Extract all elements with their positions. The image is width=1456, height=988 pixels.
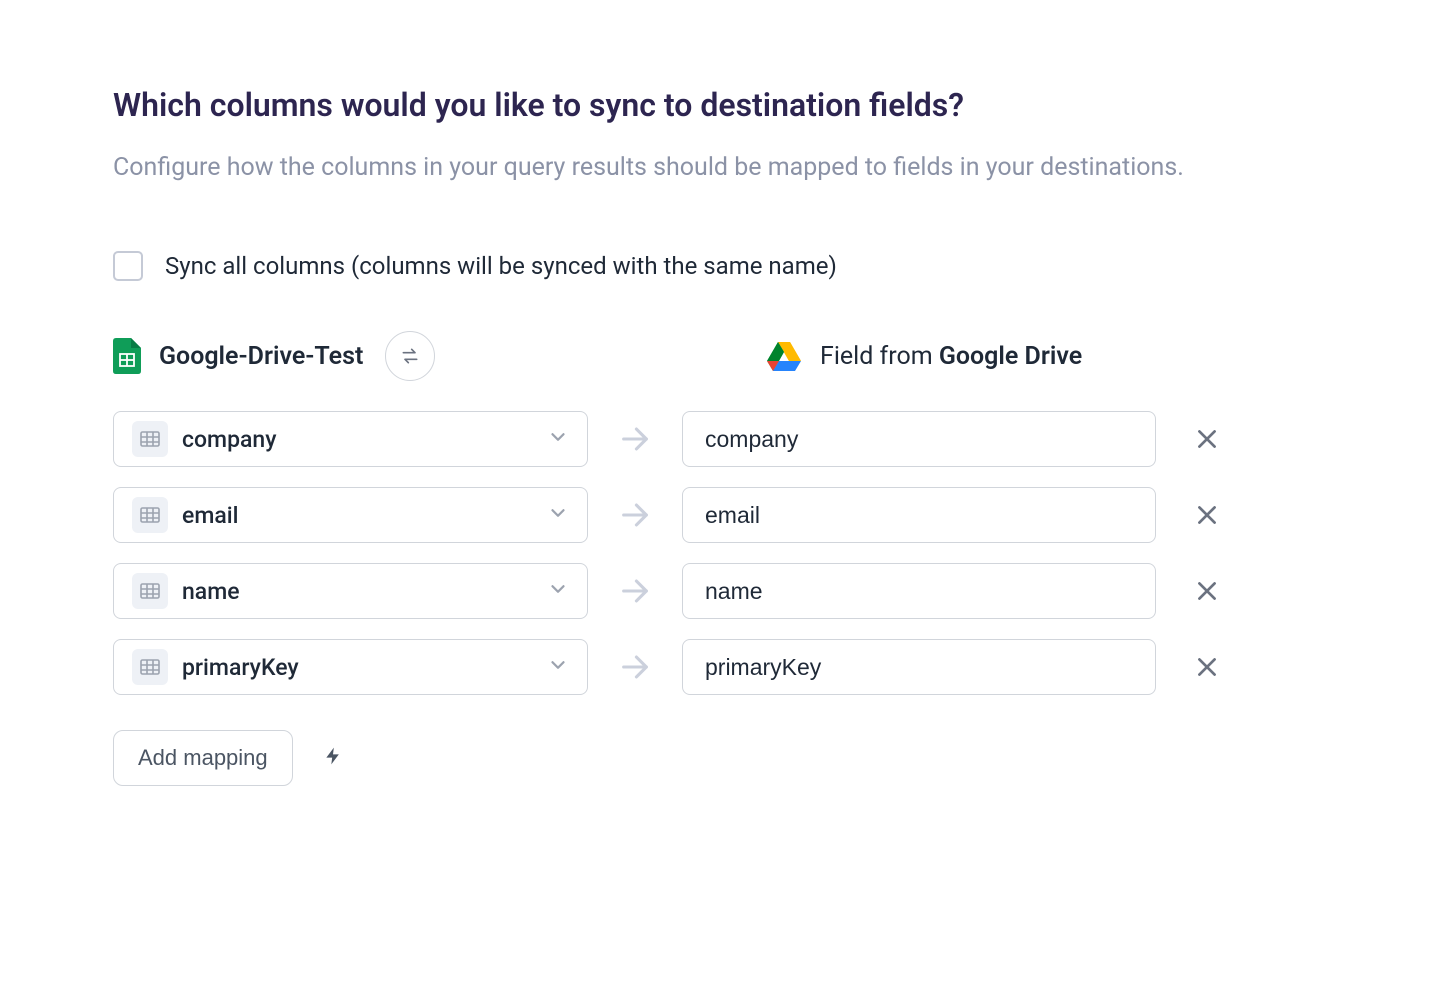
refresh-button[interactable] bbox=[385, 331, 435, 381]
sync-all-label: Sync all columns (columns will be synced… bbox=[165, 252, 837, 280]
page-title: Which columns would you like to sync to … bbox=[113, 85, 1343, 127]
chevron-down-icon bbox=[547, 426, 569, 452]
source-column-select[interactable]: name bbox=[113, 563, 588, 619]
arrow-right-icon bbox=[618, 422, 652, 456]
source-label: Google-Drive-Test bbox=[159, 342, 363, 371]
mapping-row: company bbox=[113, 411, 1343, 467]
mapping-row: primaryKey bbox=[113, 639, 1343, 695]
google-drive-icon bbox=[766, 340, 802, 372]
sync-all-checkbox[interactable] bbox=[113, 251, 143, 281]
columns-header: Google-Drive-Test Field from Google Driv… bbox=[113, 331, 1343, 381]
destination-field-input[interactable] bbox=[682, 411, 1156, 467]
source-column-select[interactable]: primaryKey bbox=[113, 639, 588, 695]
remove-mapping-button[interactable] bbox=[1194, 502, 1220, 528]
column-icon bbox=[132, 649, 168, 685]
footer-row: Add mapping bbox=[113, 730, 1343, 786]
arrow-right-icon bbox=[618, 498, 652, 532]
destination-field-input[interactable] bbox=[682, 563, 1156, 619]
source-column-value: email bbox=[182, 502, 547, 529]
source-column-value: company bbox=[182, 426, 547, 453]
chevron-down-icon bbox=[547, 578, 569, 604]
source-column-select[interactable]: company bbox=[113, 411, 588, 467]
add-mapping-button[interactable]: Add mapping bbox=[113, 730, 293, 786]
swap-icon bbox=[400, 346, 420, 366]
mapping-row: name bbox=[113, 563, 1343, 619]
chevron-down-icon bbox=[547, 654, 569, 680]
bolt-icon bbox=[323, 742, 343, 774]
source-header: Google-Drive-Test bbox=[113, 331, 588, 381]
source-column-select[interactable]: email bbox=[113, 487, 588, 543]
remove-mapping-button[interactable] bbox=[1194, 426, 1220, 452]
google-sheets-icon bbox=[113, 338, 141, 374]
chevron-down-icon bbox=[547, 502, 569, 528]
page-subtitle: Configure how the columns in your query … bbox=[113, 149, 1343, 187]
column-icon bbox=[132, 497, 168, 533]
source-column-value: primaryKey bbox=[182, 654, 547, 681]
source-column-value: name bbox=[182, 578, 547, 605]
remove-mapping-button[interactable] bbox=[1194, 654, 1220, 680]
destination-field-input[interactable] bbox=[682, 487, 1156, 543]
remove-mapping-button[interactable] bbox=[1194, 578, 1220, 604]
destination-field-input[interactable] bbox=[682, 639, 1156, 695]
mapping-row: email bbox=[113, 487, 1343, 543]
column-icon bbox=[132, 573, 168, 609]
destination-label: Field from Google Drive bbox=[820, 342, 1082, 371]
destination-header: Field from Google Drive bbox=[766, 340, 1082, 372]
arrow-right-icon bbox=[618, 650, 652, 684]
column-icon bbox=[132, 421, 168, 457]
sync-all-row: Sync all columns (columns will be synced… bbox=[113, 251, 1343, 281]
arrow-right-icon bbox=[618, 574, 652, 608]
